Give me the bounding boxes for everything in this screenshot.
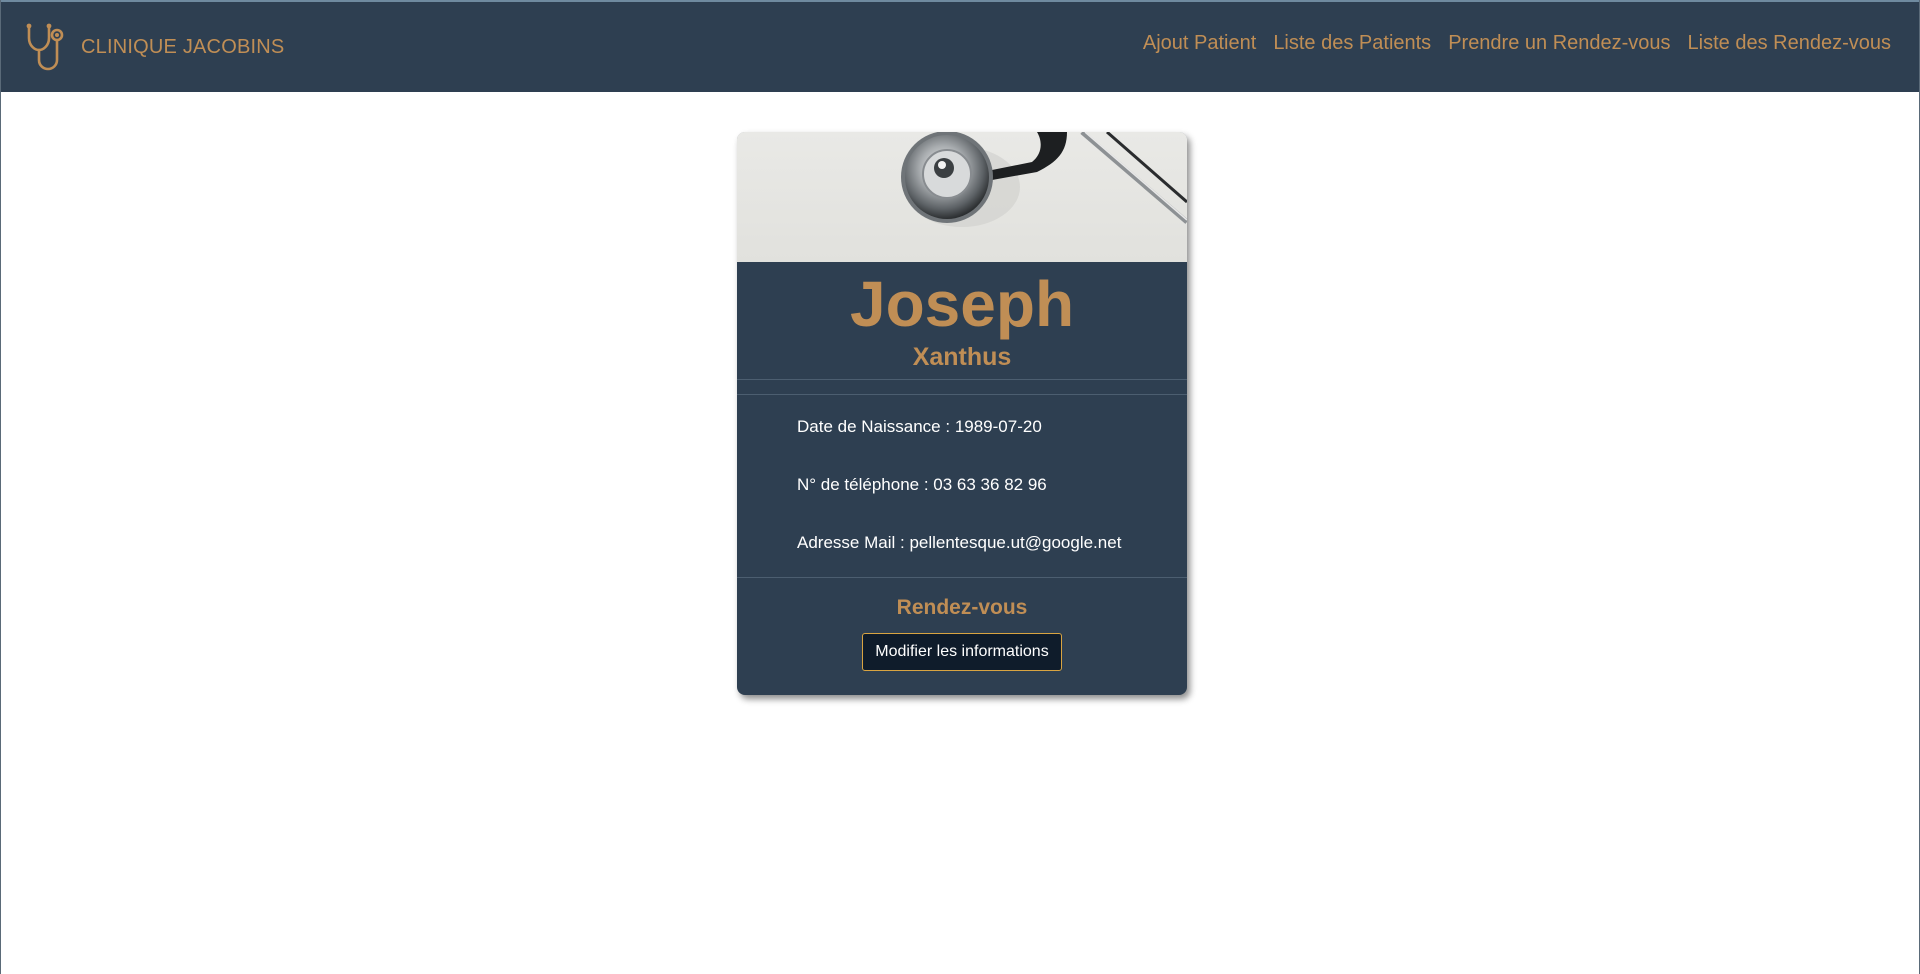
- divider: [737, 394, 1187, 395]
- nav-link-liste-rendez-vous[interactable]: Liste des Rendez-vous: [1688, 32, 1891, 55]
- patient-card: Joseph Xanthus Date de Naissance : 1989-…: [737, 132, 1187, 695]
- patient-first-name: Joseph: [849, 268, 1075, 340]
- rendez-vous-title: Rendez-vous: [896, 596, 1028, 619]
- phone-value: 03 63 36 82 96: [933, 475, 1047, 494]
- nav-link-liste-patients[interactable]: Liste des Patients: [1273, 32, 1431, 55]
- edit-info-button[interactable]: Modifier les informations: [862, 633, 1062, 671]
- phone-row: N° de téléphone : 03 63 36 82 96: [797, 474, 1047, 496]
- birth-date-value: 1989-07-20: [954, 417, 1042, 436]
- divider: [737, 379, 1187, 380]
- stethoscope-icon: [26, 23, 64, 71]
- brand-link[interactable]: CLINIQUE JACOBINS: [25, 22, 284, 72]
- nav-link-prendre-rendez-vous[interactable]: Prendre un Rendez-vous: [1448, 32, 1670, 55]
- patient-last-name: Xanthus: [912, 343, 1012, 371]
- nav-links: Ajout Patient Liste des Patients Prendre…: [1143, 32, 1891, 55]
- navbar: CLINIQUE JACOBINS Ajout Patient Liste de…: [1, 0, 1919, 92]
- birth-date-label: Date de Naissance :: [797, 417, 955, 436]
- brand-name: CLINIQUE JACOBINS: [81, 35, 285, 58]
- phone-label: N° de téléphone :: [797, 475, 934, 494]
- page: CLINIQUE JACOBINS Ajout Patient Liste de…: [0, 0, 1920, 974]
- email-row: Adresse Mail : pellentesque.ut@google.ne…: [797, 532, 1121, 554]
- email-label: Adresse Mail :: [797, 533, 910, 552]
- nav-link-ajout-patient[interactable]: Ajout Patient: [1143, 32, 1256, 55]
- divider: [737, 577, 1187, 578]
- email-value: pellentesque.ut@google.net: [909, 533, 1122, 552]
- birth-date-row: Date de Naissance : 1989-07-20: [797, 416, 1042, 438]
- stethoscope-photo: [737, 132, 1187, 262]
